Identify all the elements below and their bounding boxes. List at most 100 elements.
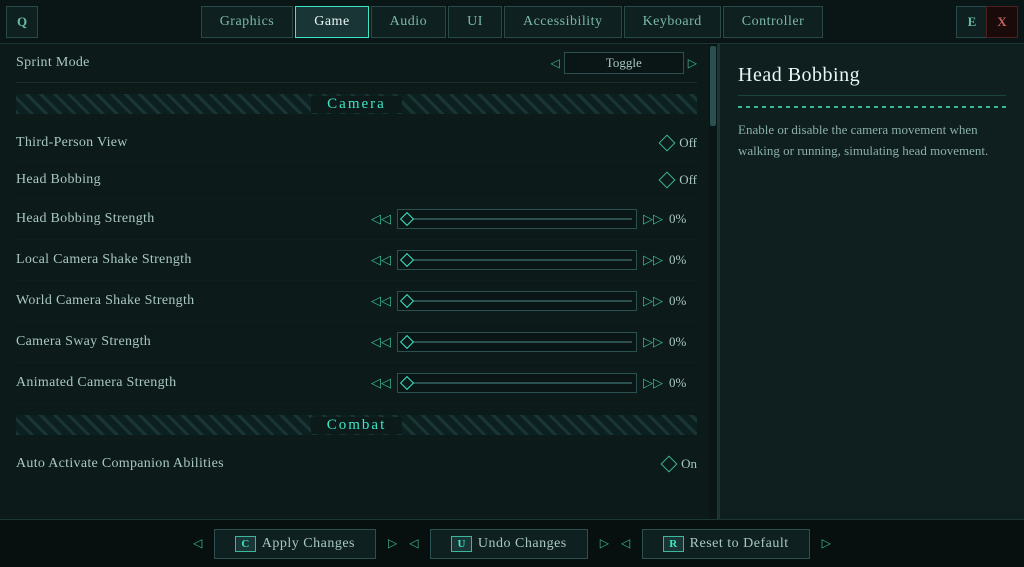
tab-game[interactable]: Game [295, 6, 368, 38]
undo-changes-button[interactable]: U Undo Changes [430, 529, 587, 559]
slider-right-arrows-2: ▷▷ [643, 252, 663, 268]
sprint-mode-value: Toggle [564, 52, 684, 74]
apply-key: C [235, 536, 255, 552]
head-bobbing-value: Off [679, 172, 697, 188]
scrollbar[interactable] [709, 44, 717, 519]
slider-track-4[interactable] [397, 332, 637, 352]
camera-sway-label: Camera Sway Strength [16, 334, 151, 350]
animated-camera-label: Animated Camera Strength [16, 375, 176, 391]
undo-left-chevron: ◁ [409, 536, 418, 551]
slider-right-arrows-5: ▷▷ [643, 375, 663, 391]
combat-section-title: Combat [311, 417, 403, 434]
apply-right-chevron: ▷ [388, 536, 397, 551]
nav-q-button[interactable]: Q [6, 6, 38, 38]
camera-sway-row: Camera Sway Strength ◁◁ ▷▷ 0% [16, 322, 697, 363]
nav-e-button[interactable]: E [956, 6, 988, 38]
sprint-mode-right-arrow[interactable]: ▷ [688, 56, 697, 71]
auto-activate-label: Auto Activate Companion Abilities [16, 456, 224, 472]
info-title: Head Bobbing [738, 64, 1006, 96]
tab-audio[interactable]: Audio [371, 6, 447, 38]
slider-inner-2 [402, 259, 632, 261]
slider-thumb-3 [400, 294, 414, 308]
local-camera-shake-row: Local Camera Shake Strength ◁◁ ▷▷ 0% [16, 240, 697, 281]
auto-activate-control[interactable]: On [663, 456, 697, 472]
camera-section-title: Camera [311, 96, 402, 113]
slider-left-arrows-2: ◁◁ [371, 252, 391, 268]
info-panel: Head Bobbing Enable or disable the camer… [719, 44, 1024, 519]
slider-track[interactable] [397, 209, 637, 229]
local-camera-shake-control[interactable]: ◁◁ ▷▷ 0% [371, 250, 697, 270]
camera-sway-value: 0% [669, 334, 697, 350]
tab-graphics[interactable]: Graphics [201, 6, 294, 38]
top-navigation: Q Graphics Game Audio UI Accessibility K… [0, 0, 1024, 44]
auto-activate-row: Auto Activate Companion Abilities On [16, 446, 697, 482]
combat-section-divider: Combat [16, 410, 697, 440]
third-person-view-value: Off [679, 135, 697, 151]
undo-key: U [451, 536, 471, 552]
slider-thumb [400, 212, 414, 226]
reset-to-default-button[interactable]: R Reset to Default [642, 529, 809, 559]
diamond-icon [659, 135, 676, 152]
third-person-view-label: Third-Person View [16, 135, 128, 151]
animated-camera-control[interactable]: ◁◁ ▷▷ 0% [371, 373, 697, 393]
slider-inner-4 [402, 341, 632, 343]
slider-thumb-5 [400, 376, 414, 390]
apply-changes-button[interactable]: C Apply Changes [214, 529, 376, 559]
sprint-mode-row: Sprint Mode ◁ Toggle ▷ [16, 44, 697, 83]
diamond-icon-3 [661, 456, 678, 473]
world-camera-shake-control[interactable]: ◁◁ ▷▷ 0% [371, 291, 697, 311]
settings-list: Sprint Mode ◁ Toggle ▷ Camera Third-Pers… [0, 44, 717, 482]
tab-accessibility[interactable]: Accessibility [504, 6, 622, 38]
head-bobbing-label: Head Bobbing [16, 172, 101, 188]
bottom-bar: ◁ C Apply Changes ▷ ◁ U Undo Changes ▷ ◁… [0, 519, 1024, 567]
head-bobbing-control[interactable]: Off [661, 172, 697, 188]
reset-left-chevron: ◁ [621, 536, 630, 551]
undo-right-chevron: ▷ [600, 536, 609, 551]
tab-ui[interactable]: UI [448, 6, 502, 38]
slider-thumb-2 [400, 253, 414, 267]
camera-section-divider: Camera [16, 89, 697, 119]
world-camera-shake-label: World Camera Shake Strength [16, 293, 194, 309]
slider-left-arrows-4: ◁◁ [371, 334, 391, 350]
sprint-mode-control[interactable]: ◁ Toggle ▷ [551, 52, 697, 74]
head-bobbing-strength-control[interactable]: ◁◁ ▷▷ 0% [371, 209, 697, 229]
head-bobbing-strength-value: 0% [669, 211, 697, 227]
auto-activate-value: On [681, 456, 697, 472]
apply-left-chevron: ◁ [193, 536, 202, 551]
apply-label: Apply Changes [262, 536, 355, 552]
slider-right-arrows-4: ▷▷ [643, 334, 663, 350]
third-person-view-row: Third-Person View Off [16, 125, 697, 162]
slider-right-arrows: ▷▷ [643, 211, 663, 227]
tab-controller[interactable]: Controller [723, 6, 824, 38]
local-camera-shake-value: 0% [669, 252, 697, 268]
slider-track-5[interactable] [397, 373, 637, 393]
main-content: Sprint Mode ◁ Toggle ▷ Camera Third-Pers… [0, 44, 1024, 519]
slider-track-2[interactable] [397, 250, 637, 270]
reset-label: Reset to Default [690, 536, 789, 552]
slider-inner-3 [402, 300, 632, 302]
scrollbar-thumb[interactable] [710, 46, 716, 126]
reset-right-chevron: ▷ [822, 536, 831, 551]
sprint-mode-left-arrow[interactable]: ◁ [551, 56, 560, 71]
slider-inner [402, 218, 632, 220]
third-person-view-control[interactable]: Off [661, 135, 697, 151]
animated-camera-row: Animated Camera Strength ◁◁ ▷▷ 0% [16, 363, 697, 404]
camera-sway-control[interactable]: ◁◁ ▷▷ 0% [371, 332, 697, 352]
slider-inner-5 [402, 382, 632, 384]
local-camera-shake-label: Local Camera Shake Strength [16, 252, 192, 268]
head-bobbing-row: Head Bobbing Off [16, 162, 697, 199]
info-description: Enable or disable the camera movement wh… [738, 120, 1006, 162]
diamond-icon-2 [659, 172, 676, 189]
undo-label: Undo Changes [478, 536, 567, 552]
world-camera-shake-row: World Camera Shake Strength ◁◁ ▷▷ 0% [16, 281, 697, 322]
slider-track-3[interactable] [397, 291, 637, 311]
info-title-underline [738, 106, 1006, 108]
tab-keyboard[interactable]: Keyboard [624, 6, 721, 38]
nav-close-button[interactable]: X [986, 6, 1018, 38]
animated-camera-value: 0% [669, 375, 697, 391]
slider-thumb-4 [400, 335, 414, 349]
sprint-mode-label: Sprint Mode [16, 55, 90, 71]
slider-right-arrows-3: ▷▷ [643, 293, 663, 309]
slider-left-arrows: ◁◁ [371, 211, 391, 227]
world-camera-shake-value: 0% [669, 293, 697, 309]
